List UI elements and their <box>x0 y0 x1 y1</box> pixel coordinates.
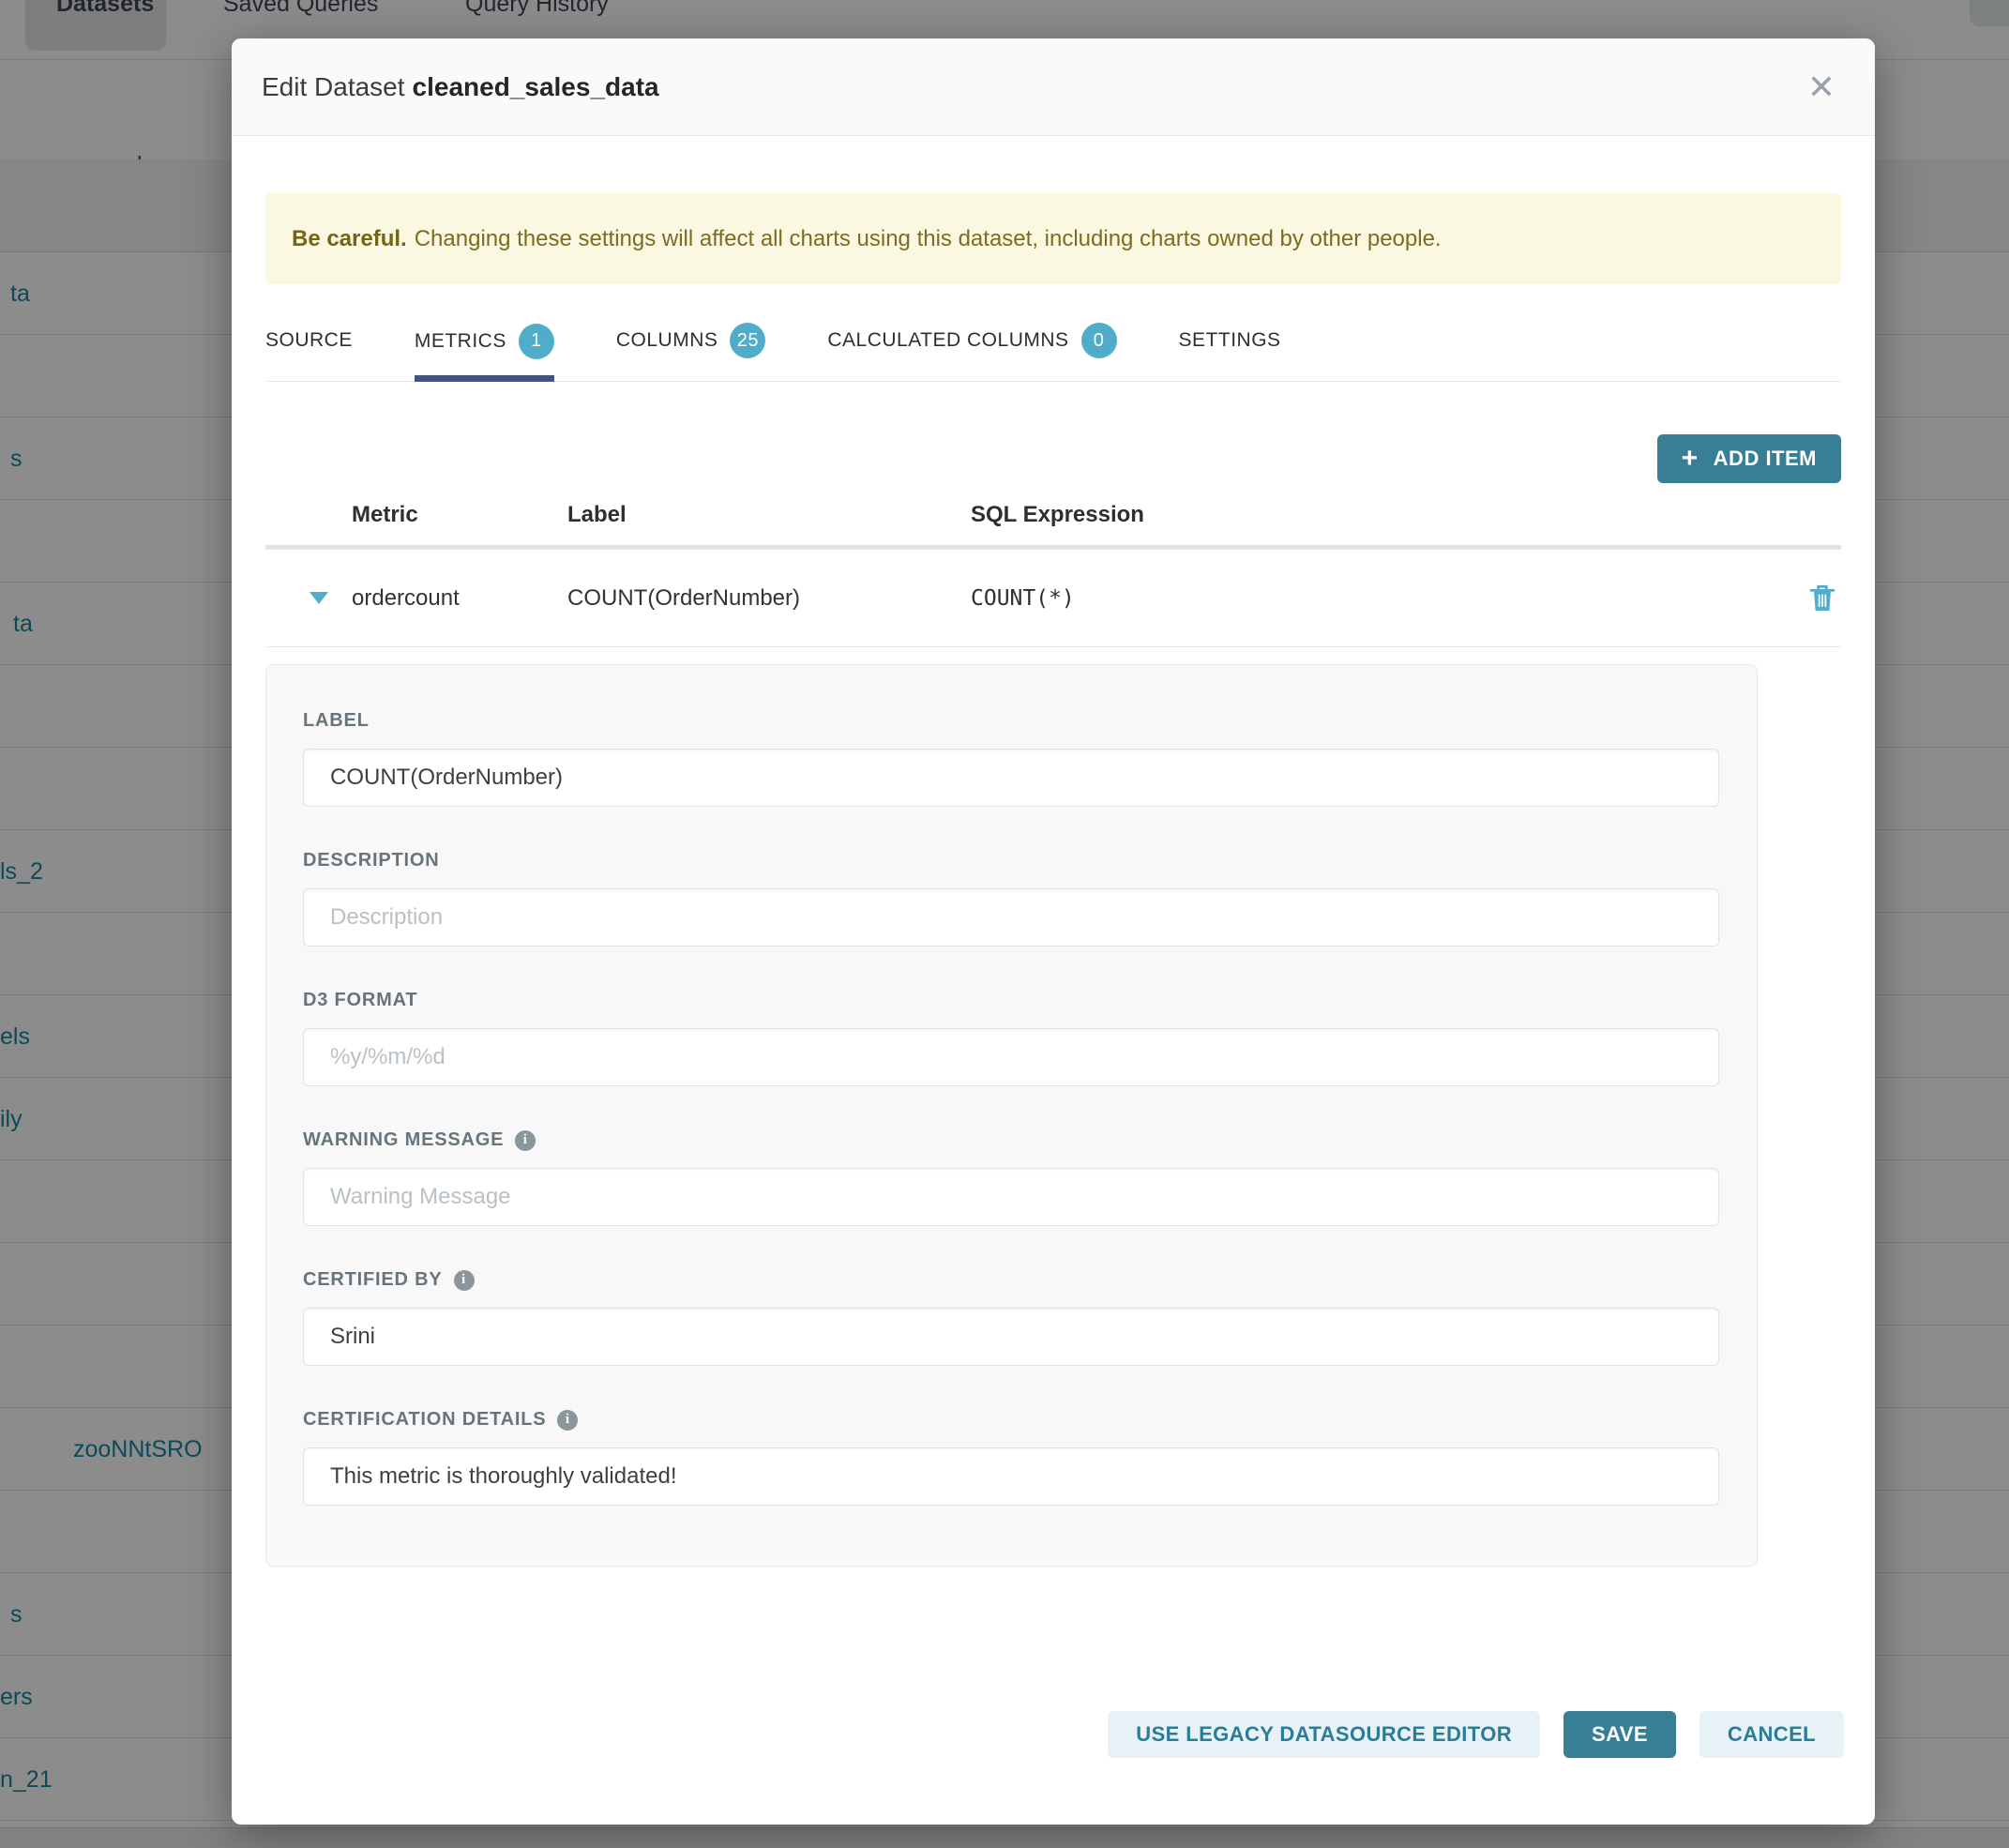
tab-label: SOURCE <box>265 329 353 352</box>
save-button[interactable]: SAVE <box>1563 1711 1676 1758</box>
tab-label: METRICS <box>415 330 506 353</box>
metric-name-cell: ordercount <box>352 585 567 612</box>
tab-label: SETTINGS <box>1179 329 1281 352</box>
metric-detail-panel: LABEL DESCRIPTION D3 FORMAT WARNING MESS… <box>265 664 1758 1567</box>
plus-icon: + <box>1682 445 1699 473</box>
metrics-table-header: Metric Label SQL Expression <box>265 502 1841 545</box>
metric-label-cell: COUNT(OrderNumber) <box>567 585 971 612</box>
edit-dataset-modal: Edit Dataset cleaned_sales_data ✕ Be care… <box>232 38 1875 1825</box>
field-label-text: LABEL <box>303 710 370 732</box>
calculated-columns-count-badge: 0 <box>1081 323 1117 358</box>
delete-metric-button[interactable] <box>1804 583 1841 613</box>
field-group-label: LABEL <box>303 710 1717 807</box>
modal-title-dataset-name: cleaned_sales_data <box>413 72 659 101</box>
tab-metrics[interactable]: METRICS 1 <box>415 310 554 382</box>
expand-row-control[interactable] <box>310 592 352 604</box>
field-label-text: DESCRIPTION <box>303 850 439 871</box>
field-label: D3 FORMAT <box>303 990 1717 1011</box>
column-header-label: Label <box>567 502 971 528</box>
field-label: WARNING MESSAGE <box>303 1129 1717 1151</box>
field-label: DESCRIPTION <box>303 850 1717 871</box>
tab-settings[interactable]: SETTINGS <box>1179 310 1281 381</box>
field-group-certified-by: CERTIFIED BY <box>303 1269 1717 1366</box>
caret-down-icon <box>310 592 328 604</box>
tab-label: COLUMNS <box>616 329 718 352</box>
field-label-text: CERTIFICATION DETAILS <box>303 1409 546 1431</box>
close-icon[interactable]: ✕ <box>1807 70 1835 104</box>
field-label: CERTIFIED BY <box>303 1269 1717 1291</box>
certification-details-input[interactable] <box>303 1447 1719 1506</box>
field-label-text: CERTIFIED BY <box>303 1269 443 1291</box>
modal-tab-bar: SOURCE METRICS 1 COLUMNS 25 CALCULATED C… <box>265 310 1841 382</box>
field-group-warning-message: WARNING MESSAGE <box>303 1129 1717 1226</box>
trash-icon <box>1808 583 1836 613</box>
modal-header: Edit Dataset cleaned_sales_data ✕ <box>232 38 1875 136</box>
field-group-description: DESCRIPTION <box>303 850 1717 947</box>
d3-format-input[interactable] <box>303 1028 1719 1086</box>
warning-message-input[interactable] <box>303 1168 1719 1226</box>
modal-footer: USE LEGACY DATASOURCE EDITOR SAVE CANCEL <box>1108 1711 1844 1758</box>
field-group-certification-details: CERTIFICATION DETAILS <box>303 1409 1717 1506</box>
field-group-d3-format: D3 FORMAT <box>303 990 1717 1086</box>
field-label: CERTIFICATION DETAILS <box>303 1409 1717 1431</box>
cancel-button[interactable]: CANCEL <box>1699 1711 1844 1758</box>
column-header-metric: Metric <box>352 502 567 528</box>
add-item-label: ADD ITEM <box>1714 447 1817 471</box>
info-icon <box>454 1270 475 1291</box>
info-icon <box>515 1130 536 1151</box>
warning-banner: Be careful. Changing these settings will… <box>265 193 1841 284</box>
tab-source[interactable]: SOURCE <box>265 310 353 381</box>
use-legacy-datasource-editor-button[interactable]: USE LEGACY DATASOURCE EDITOR <box>1108 1711 1540 1758</box>
info-icon <box>557 1410 578 1431</box>
metrics-count-badge: 1 <box>519 324 554 359</box>
tab-label: CALCULATED COLUMNS <box>827 329 1068 352</box>
tab-calculated-columns[interactable]: CALCULATED COLUMNS 0 <box>827 310 1116 381</box>
label-input[interactable] <box>303 749 1719 807</box>
tab-columns[interactable]: COLUMNS 25 <box>616 310 766 381</box>
column-header-sql-expression: SQL Expression <box>971 502 1841 528</box>
field-label-text: WARNING MESSAGE <box>303 1129 504 1151</box>
warning-banner-bold: Be careful. <box>292 226 407 252</box>
modal-title-prefix: Edit Dataset <box>262 72 405 101</box>
warning-banner-text: Changing these settings will affect all … <box>415 226 1442 252</box>
certified-by-input[interactable] <box>303 1308 1719 1366</box>
add-item-button[interactable]: + ADD ITEM <box>1657 434 1841 483</box>
metric-sql-cell: COUNT(*) <box>971 586 1804 611</box>
columns-count-badge: 25 <box>730 323 765 358</box>
metrics-toolbar: + ADD ITEM <box>265 434 1841 483</box>
field-label: LABEL <box>303 710 1717 732</box>
description-input[interactable] <box>303 888 1719 947</box>
field-label-text: D3 FORMAT <box>303 990 417 1011</box>
modal-title: Edit Dataset cleaned_sales_data <box>262 72 659 102</box>
metric-row-ordercount: ordercount COUNT(OrderNumber) COUNT(*) <box>265 550 1841 647</box>
modal-body: Be careful. Changing these settings will… <box>232 193 1875 1567</box>
